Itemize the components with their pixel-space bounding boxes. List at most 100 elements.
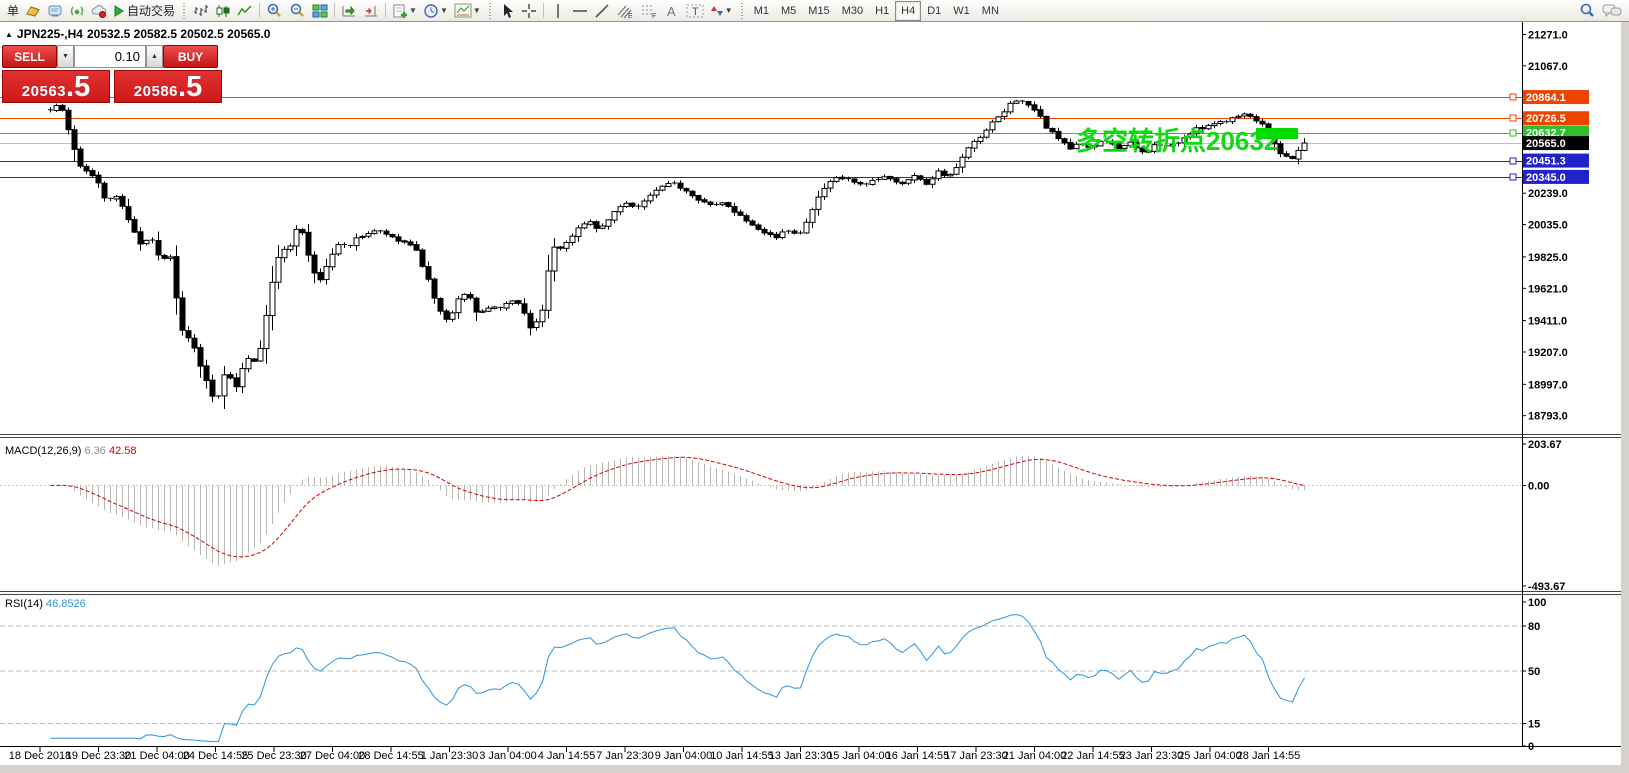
candle-chart-icon[interactable]: [212, 1, 234, 21]
chart-symbol-period: JPN225-,H4: [17, 27, 83, 41]
price-badge-label: 20565.0: [1526, 138, 1566, 150]
timeframe-button-d1[interactable]: D1: [921, 1, 947, 21]
timeframe-button-h4[interactable]: H4: [895, 1, 921, 21]
annotations[interactable]: 多空转折点20632: [1076, 126, 1298, 156]
price-badge-label: 20864.1: [1526, 92, 1566, 104]
cursor-tool-icon[interactable]: [496, 1, 518, 21]
autotrade-button[interactable]: 自动交易: [111, 1, 178, 21]
rsi-axis-label: 15: [1528, 719, 1540, 731]
time-axis-label: 19 Dec 23:30: [66, 750, 131, 762]
chart-window: MACD(12,26,9) 6.36 42.58RSI(14) 46.85262…: [0, 22, 1629, 773]
fibonacci-tool-icon[interactable]: F: [637, 1, 661, 21]
tile-windows-icon[interactable]: [309, 1, 331, 21]
timeframe-button-m5[interactable]: M5: [775, 1, 802, 21]
buy-price-int: 20586: [134, 83, 178, 100]
line-chart-icon[interactable]: [234, 1, 256, 21]
right-strip: [1621, 22, 1629, 773]
volume-increase-button[interactable]: ▲: [146, 45, 163, 68]
chart-shift-icon[interactable]: [360, 1, 382, 21]
level-handle[interactable]: [1510, 130, 1516, 136]
timeframe-button-m1[interactable]: M1: [748, 1, 775, 21]
timeframe-button-m30[interactable]: M30: [836, 1, 869, 21]
chart-canvas[interactable]: MACD(12,26,9) 6.36 42.58RSI(14) 46.85262…: [0, 22, 1629, 773]
main-toolbar: 单 自动交易 ▼: [0, 0, 1629, 22]
toolbar-grip: [181, 3, 187, 19]
chevron-down-icon: ▼: [440, 6, 448, 15]
text-label-tool-icon[interactable]: T: [683, 1, 707, 21]
timeframe-button-h1[interactable]: H1: [869, 1, 895, 21]
signal-icon[interactable]: [66, 1, 88, 21]
toolbar-separator: [334, 3, 335, 18]
buy-price-box[interactable]: 20586 .5: [114, 70, 222, 103]
chart-text-annotation[interactable]: 多空转折点20632: [1076, 126, 1278, 156]
time-axis-label: 18 Dec 2018: [9, 750, 71, 762]
toolbar-separator: [543, 3, 544, 18]
equidistant-channel-tool-icon[interactable]: E: [613, 1, 637, 21]
level-handle[interactable]: [1510, 158, 1516, 164]
chart-ohlc-values: 20532.5 20582.5 20502.5 20565.0: [87, 27, 271, 41]
macd-indicator-label: MACD(12,26,9) 6.36 42.58: [5, 445, 136, 457]
toolbar-grip: [487, 3, 493, 19]
rsi-axis-label: 80: [1528, 621, 1540, 633]
crosshair-tool-icon[interactable]: [518, 1, 540, 21]
search-icon[interactable]: [1576, 1, 1599, 21]
trendline-tool-icon[interactable]: [591, 1, 613, 21]
template-button[interactable]: ▼: [451, 1, 484, 21]
chevron-up-icon: ▲: [151, 53, 158, 60]
rsi-indicator-label: RSI(14) 46.8526: [5, 598, 86, 610]
zoom-out-icon[interactable]: [286, 1, 309, 21]
chat-icon[interactable]: [1599, 1, 1625, 21]
time-axis-label: 21 Jan 04:00: [1003, 750, 1067, 762]
volume-decrease-button[interactable]: ▼: [57, 45, 74, 68]
time-axis-label: 24 Dec 14:55: [183, 750, 248, 762]
level-handle[interactable]: [1510, 115, 1516, 121]
price-axis-label: 19411.0: [1528, 316, 1567, 328]
toolbar-separator: [259, 3, 260, 18]
axes: 21271.021067.020239.020035.019825.019621…: [0, 22, 1629, 773]
price-badge-label: 20345.0: [1526, 172, 1566, 184]
level-handle[interactable]: [1510, 174, 1516, 180]
macd-axis-label: 0.00: [1528, 480, 1549, 492]
toolbar-separator: [385, 3, 386, 18]
buy-button[interactable]: BUY: [163, 45, 218, 68]
zoom-in-icon[interactable]: [263, 1, 286, 21]
vertical-line-tool-icon[interactable]: [547, 1, 569, 21]
autotrade-label: 自动交易: [127, 2, 175, 19]
text-tool-icon[interactable]: A: [661, 1, 683, 21]
timeframe-toolbar: M1M5M15M30H1H4D1W1MN: [748, 1, 1005, 21]
market-cloud-icon[interactable]: [88, 1, 111, 21]
periods-button[interactable]: ▼: [420, 1, 451, 21]
horizontal-line-tool-icon[interactable]: [569, 1, 591, 21]
arrows-tool-button[interactable]: ▼: [707, 1, 736, 21]
sell-price-box[interactable]: 20563 .5: [2, 70, 110, 103]
autotrade-play-icon: [114, 5, 124, 17]
chart-title: ▲ JPN225-,H4 20532.5 20582.5 20502.5 205…: [5, 27, 270, 41]
terminal-cloud-icon[interactable]: [44, 1, 66, 21]
new-chart-button[interactable]: ▼: [389, 1, 420, 21]
collapse-quotes-icon[interactable]: ▲: [5, 30, 13, 39]
svg-text:F: F: [652, 13, 656, 19]
chevron-down-icon: ▼: [473, 6, 481, 15]
volume-input[interactable]: [74, 45, 146, 68]
rsi-axis-label: 50: [1528, 666, 1540, 678]
new-order-button[interactable]: 单: [4, 1, 22, 21]
rsi-axis-label: 100: [1528, 597, 1546, 609]
level-handle[interactable]: [1510, 94, 1516, 100]
timeframe-button-m15[interactable]: M15: [802, 1, 835, 21]
price-axis-label: 18997.0: [1528, 379, 1568, 391]
auto-scroll-icon[interactable]: [338, 1, 360, 21]
price-badge-label: 20726.5: [1526, 113, 1566, 125]
gold-report-icon[interactable]: [22, 1, 44, 21]
time-axis-label: 7 Jan 23:30: [596, 750, 654, 762]
timeframe-button-w1[interactable]: W1: [947, 1, 976, 21]
sell-button[interactable]: SELL: [2, 45, 57, 68]
chevron-down-icon: ▼: [409, 6, 417, 15]
svg-text:E: E: [628, 13, 633, 19]
sell-price-frac: .5: [66, 74, 90, 100]
macd-axis-label: 203.67: [1528, 439, 1562, 451]
timeframe-button-mn[interactable]: MN: [976, 1, 1005, 21]
time-axis-label: 21 Dec 04:00: [124, 750, 189, 762]
bar-chart-icon[interactable]: [190, 1, 212, 21]
price-axis-label: 19621.0: [1528, 283, 1568, 295]
price-axis-label: 21067.0: [1528, 61, 1568, 73]
